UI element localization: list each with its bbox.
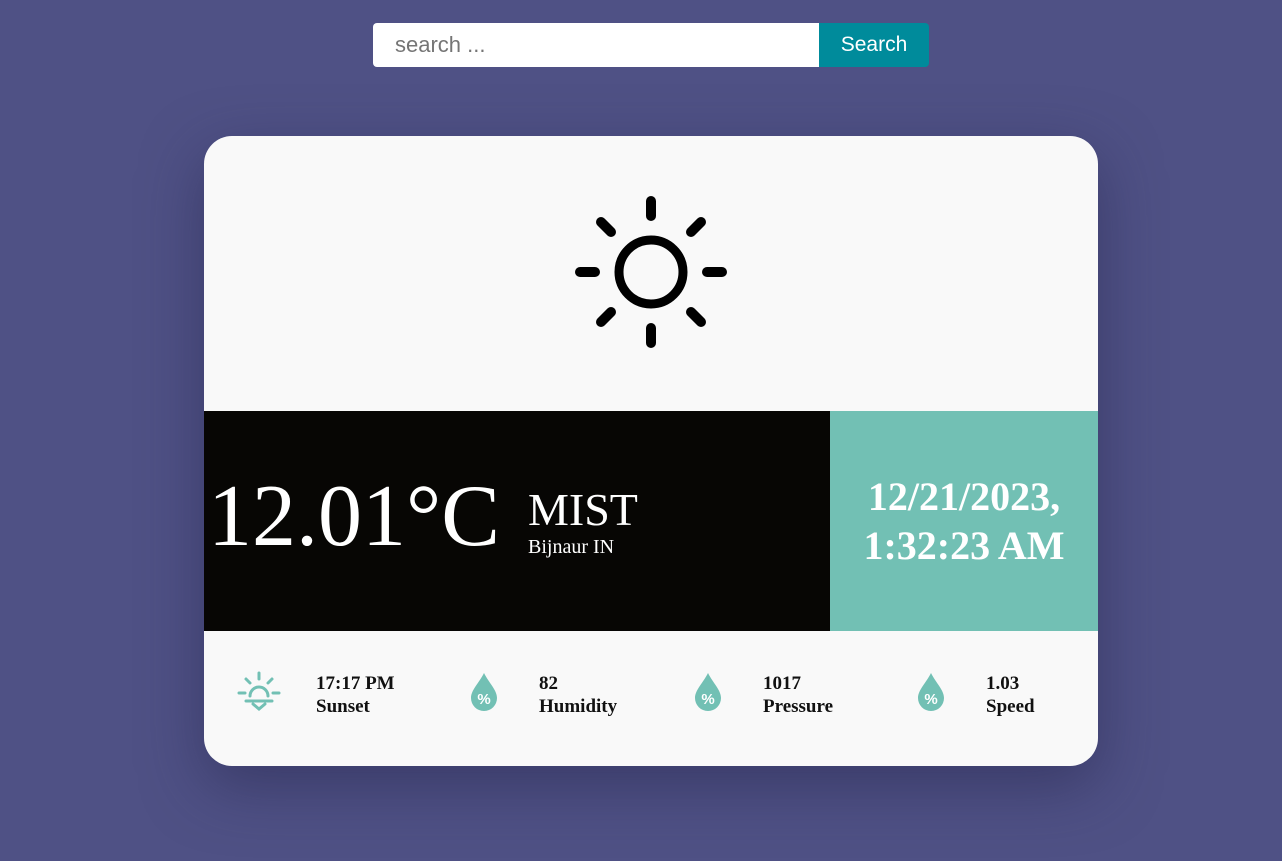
main-weather-row: 12.01°C MIST Bijnaur IN 12/21/2023, 1:32… [204,411,1098,631]
speed-drop-icon: % [918,673,944,711]
weather-icon-area [204,136,1098,411]
temperature-value: 12.01°C [208,468,500,565]
humidity-drop-icon: % [471,673,497,711]
svg-text:%: % [477,691,490,708]
sunset-icon [237,671,281,711]
location-label: Bijnaur IN [528,536,615,558]
speed-label: Speed [986,696,1035,717]
stat-speed: % 1.03 Speed [876,631,1098,766]
svg-text:%: % [924,691,937,708]
datetime: 12/21/2023, 1:32:23 AM [863,472,1064,570]
pressure-value: 1017 [763,673,801,694]
humidity-value: 82 [539,673,558,694]
search-button[interactable]: Search [819,23,929,67]
temperature-panel: 12.01°C MIST Bijnaur IN [204,411,830,631]
weather-condition: MIST [528,484,638,535]
search-input[interactable] [373,23,819,67]
stat-pressure: % 1017 Pressure [652,631,876,766]
time-label: 1:32:23 AM [863,523,1065,568]
sunset-value: 17:17 PM [316,673,395,694]
date-label: 12/21/2023, [867,474,1061,519]
svg-text:%: % [701,691,714,708]
humidity-label: Humidity [539,696,618,717]
sunset-label: Sunset [316,696,370,717]
stats-row: 17:17 PM Sunset % 82 Humidity % 1017 Pre… [204,631,1098,766]
weather-card: 12.01°C MIST Bijnaur IN 12/21/2023, 1:32… [204,136,1098,766]
speed-value: 1.03 [986,673,1020,694]
pressure-label: Pressure [763,696,834,717]
pressure-drop-icon: % [695,673,721,711]
sun-icon [575,196,727,348]
stat-sunset: 17:17 PM Sunset [204,631,428,766]
search-bar: Search [373,23,929,67]
datetime-panel: 12/21/2023, 1:32:23 AM [830,411,1098,631]
stat-humidity: % 82 Humidity [428,631,652,766]
